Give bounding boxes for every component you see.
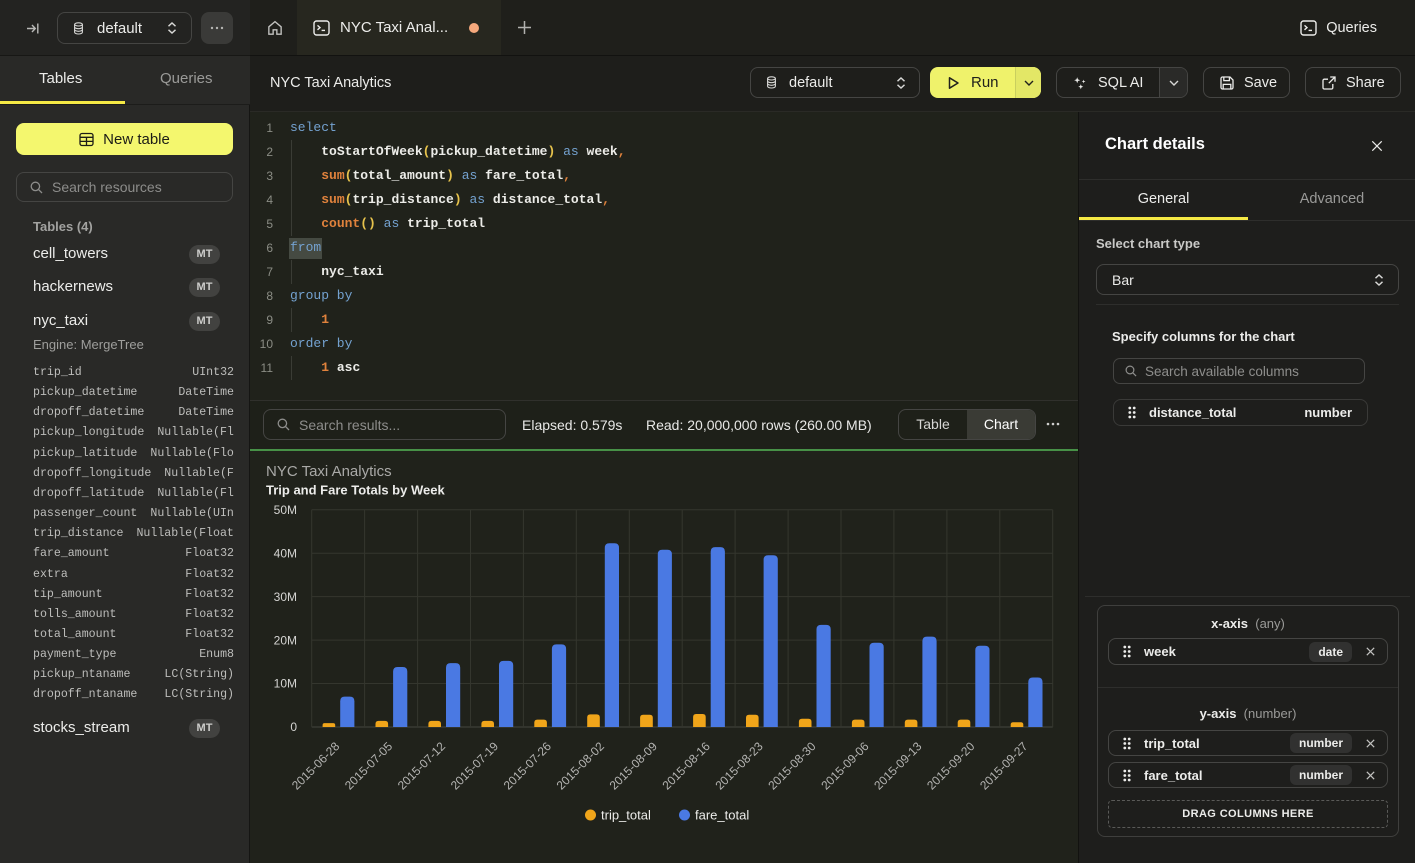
- svg-text:2015-07-12: 2015-07-12: [395, 739, 449, 793]
- svg-text:2015-09-06: 2015-09-06: [818, 739, 872, 793]
- svg-text:2015-09-20: 2015-09-20: [924, 739, 978, 793]
- svg-text:2015-09-13: 2015-09-13: [871, 739, 925, 793]
- svg-text:10M: 10M: [274, 677, 297, 691]
- svg-text:0: 0: [290, 720, 297, 734]
- svg-text:2015-08-30: 2015-08-30: [765, 739, 819, 793]
- svg-text:trip_total: trip_total: [601, 808, 651, 823]
- svg-text:NYC Taxi Analytics: NYC Taxi Analytics: [266, 463, 392, 480]
- svg-text:2015-08-09: 2015-08-09: [607, 739, 661, 793]
- svg-text:2015-07-26: 2015-07-26: [501, 739, 555, 793]
- svg-text:20M: 20M: [274, 633, 297, 647]
- svg-text:Trip and Fare Totals by Week: Trip and Fare Totals by Week: [266, 483, 445, 498]
- svg-text:2015-07-19: 2015-07-19: [448, 739, 502, 793]
- svg-text:40M: 40M: [274, 546, 297, 560]
- svg-text:2015-09-27: 2015-09-27: [977, 739, 1031, 793]
- svg-text:fare_total: fare_total: [695, 808, 749, 823]
- svg-text:2015-08-02: 2015-08-02: [554, 739, 608, 793]
- svg-text:2015-06-28: 2015-06-28: [289, 739, 343, 793]
- svg-text:2015-08-23: 2015-08-23: [712, 739, 766, 793]
- svg-text:2015-08-16: 2015-08-16: [660, 739, 714, 793]
- svg-text:50M: 50M: [274, 503, 297, 517]
- svg-text:2015-07-05: 2015-07-05: [342, 739, 396, 793]
- svg-text:30M: 30M: [274, 590, 297, 604]
